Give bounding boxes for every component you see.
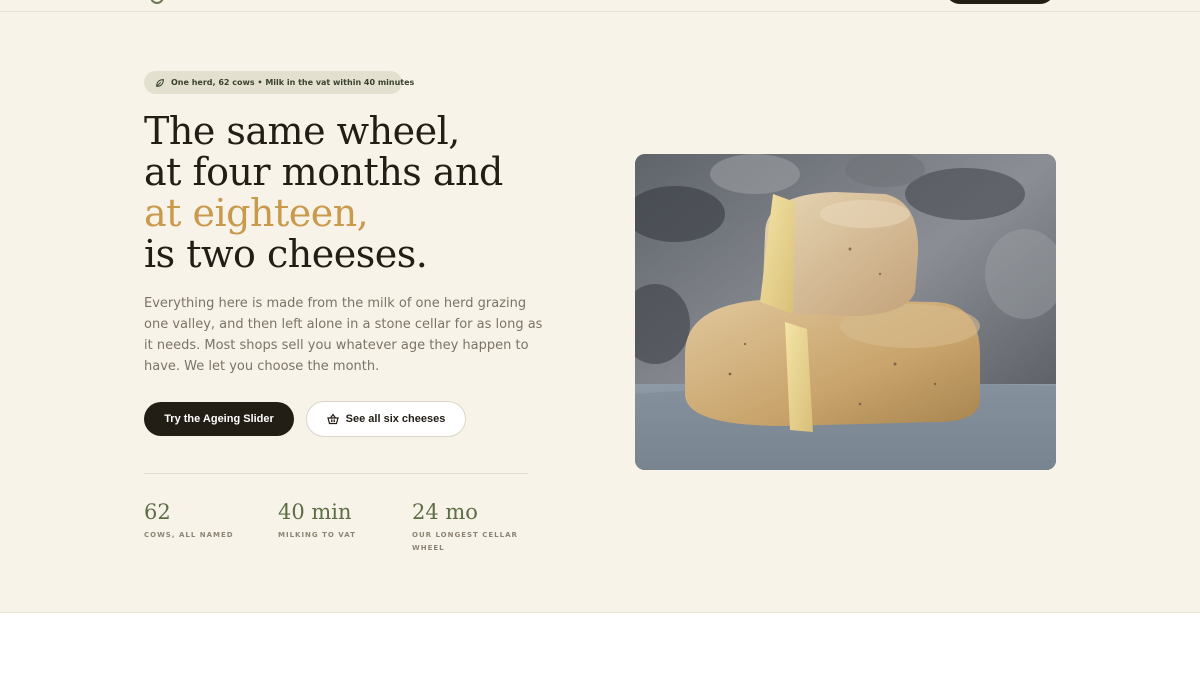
see-all-cheeses-button[interactable]: See all six cheeses [306,401,466,437]
stat-value: 24 mo [412,500,478,524]
cheese-illustration [635,154,1056,470]
basket-icon [326,413,339,425]
stat-value: 62 [144,500,171,524]
headline-line-2: at four months and [144,150,503,194]
stat-label: Cows, all named [144,531,234,539]
stat-label: Our longest cellar wheel [412,531,518,552]
see-all-cheeses-label: See all six cheeses [345,413,446,425]
headline-line-4: is two cheeses. [144,232,428,276]
leaf-icon [156,78,164,87]
stat-label: Milking to vat [278,531,356,539]
ageing-slider-button[interactable]: Try the Ageing Slider [144,402,294,436]
headline-line-3-accent: at eighteen, [144,191,369,235]
eyebrow-badge: One herd, 62 cows • Milk in the vat with… [144,71,414,94]
intro-paragraph: Everything here is made from the milk of… [144,296,543,374]
stats-divider [144,473,528,474]
stat-value: 40 min [278,500,352,524]
stat-milking: 40 min Milking to vat [278,499,403,542]
logo[interactable] [150,0,164,4]
stat-cows: 62 Cows, all named [144,499,269,542]
stat-cellar: 24 mo Our longest cellar wheel [412,499,524,555]
hero-section: One herd, 62 cows • Milk in the vat with… [0,0,1200,613]
cheese-wheels-photo [635,154,1056,470]
nav-cta-button[interactable] [945,0,1055,4]
page-title: The same wheel, at four months and at ei… [144,111,614,275]
headline-line-1: The same wheel, [144,109,460,153]
top-navigation [0,0,1200,12]
eyebrow-text: One herd, 62 cows • Milk in the vat with… [171,78,415,87]
